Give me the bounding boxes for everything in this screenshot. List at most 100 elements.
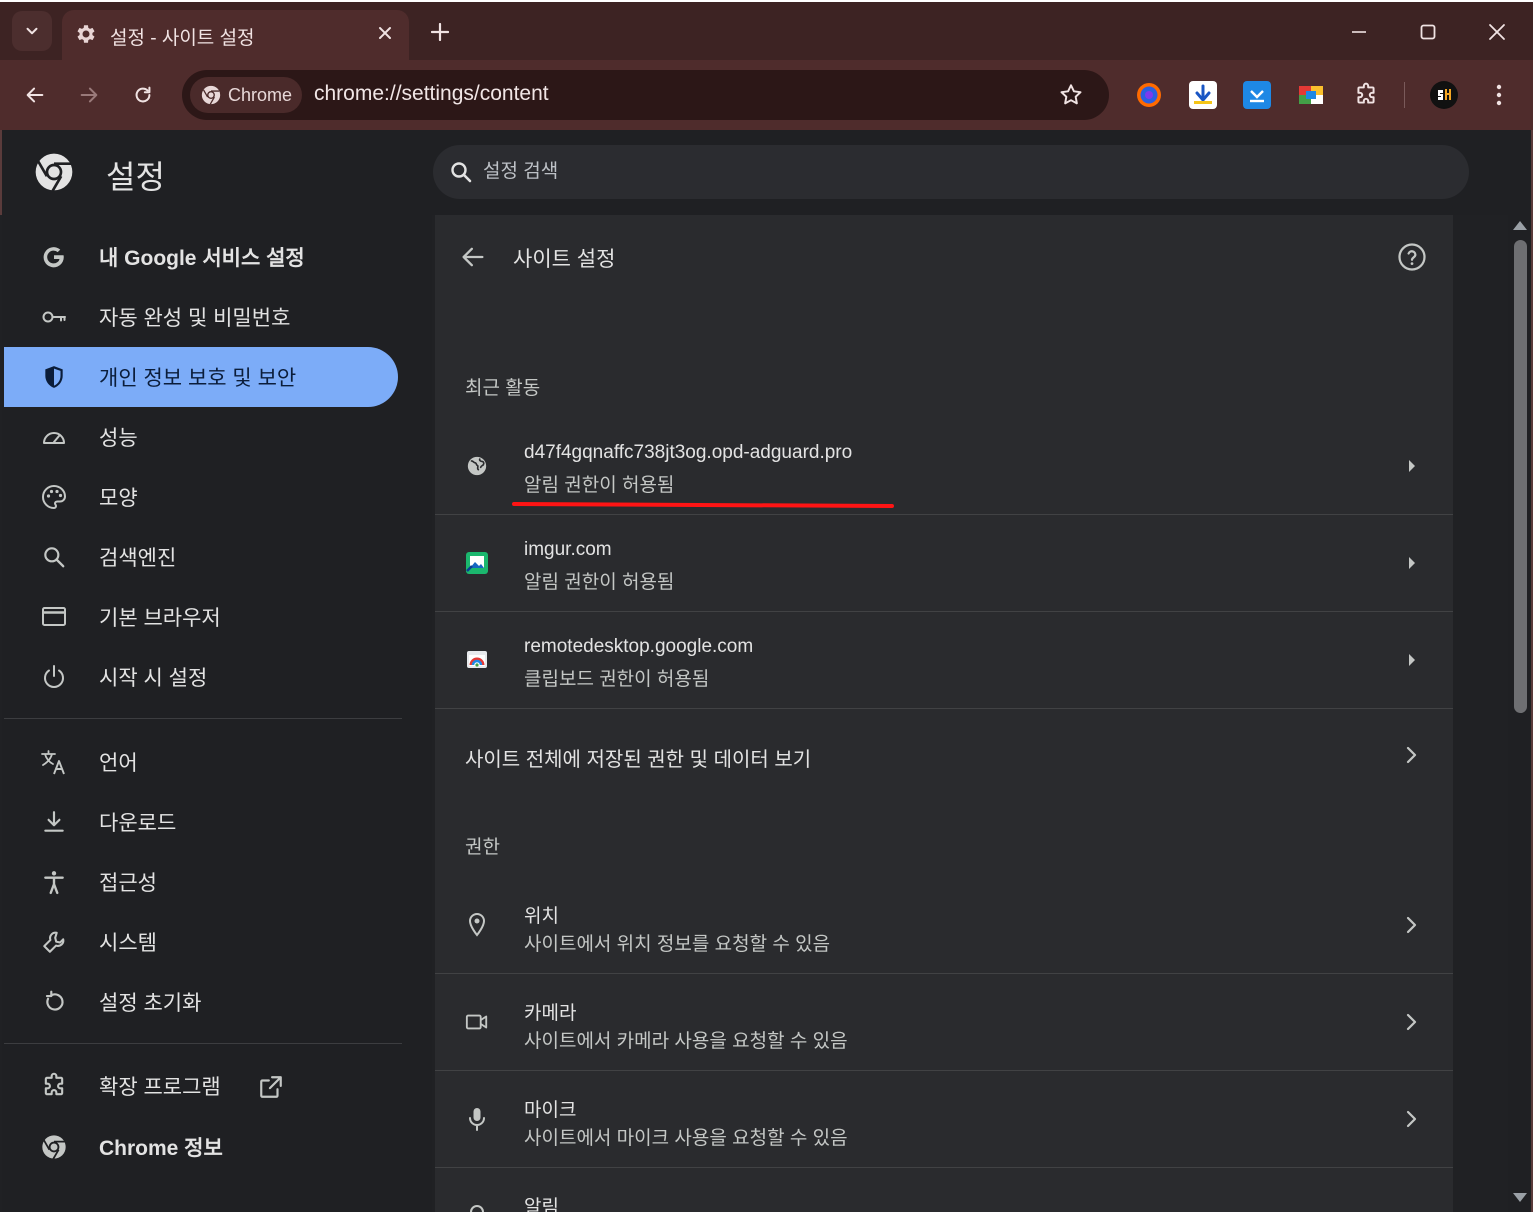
recent-site-row[interactable]: imgur.com 알림 권한이 허용됨: [435, 515, 1453, 612]
reset-icon: [39, 987, 69, 1017]
chrome-icon: [39, 1132, 69, 1162]
new-tab-button[interactable]: [424, 16, 456, 48]
back-arrow-icon[interactable]: [459, 243, 487, 271]
sidebar-item-default-browser[interactable]: 기본 브라우저: [4, 587, 398, 647]
sidebar-item-about-chrome[interactable]: Chrome 정보: [4, 1117, 398, 1177]
save-arrow-icon: [1250, 90, 1264, 103]
sidebar-item-autofill[interactable]: 자동 완성 및 비밀번호: [4, 287, 398, 347]
sidebar-item-appearance[interactable]: 모양: [4, 467, 398, 527]
recent-site-row[interactable]: d47f4gqnaffc738jt3og.opd-adguard.pro 알림 …: [435, 418, 1453, 515]
download-extension-icon[interactable]: [1189, 81, 1217, 109]
card-header: 사이트 설정: [435, 215, 1453, 299]
site-permission-status: 클립보드 권한이 허용됨: [524, 669, 710, 690]
close-icon: [1489, 24, 1505, 40]
forward-button[interactable]: [71, 77, 107, 113]
chevron-right-icon: [1403, 745, 1421, 765]
back-button[interactable]: [17, 77, 53, 113]
settings-search-input[interactable]: [483, 157, 1383, 187]
close-tab-button[interactable]: [372, 20, 398, 46]
permission-description: 사이트에서 마이크 사용을 요청할 수 있음: [524, 1128, 848, 1149]
close-icon: [379, 27, 391, 39]
page-title: 사이트 설정: [513, 248, 616, 271]
power-icon: [39, 662, 69, 692]
close-window-button[interactable]: [1477, 14, 1517, 50]
permissions-heading: 권한: [465, 837, 500, 858]
chrome-icon: [201, 85, 221, 105]
chevron-right-icon: [1403, 456, 1421, 476]
settings-sidebar: 내 Google 서비스 설정 자동 완성 및 비밀번호 개인 정보 보호 및 …: [2, 215, 432, 1212]
bookmark-star-icon[interactable]: [1058, 82, 1084, 108]
scroll-up-arrow[interactable]: [1513, 221, 1527, 230]
extensions-puzzle-button[interactable]: [1352, 81, 1380, 109]
site-settings-card: 사이트 설정 최근 활동 d47f4gqnaffc738jt3og.opd-ad…: [435, 215, 1453, 1212]
download-arrow-icon: [1194, 84, 1212, 104]
chrome-menu-button[interactable]: [1485, 81, 1513, 109]
site-info-chip[interactable]: Chrome: [190, 77, 302, 113]
speedometer-icon: [39, 422, 69, 452]
permission-row-microphone[interactable]: 마이크 사이트에서 마이크 사용을 요청할 수 있음: [435, 1071, 1453, 1168]
scroll-down-arrow[interactable]: [1513, 1193, 1527, 1202]
sidebar-item-label: 검색엔진: [99, 547, 177, 570]
bell-icon: [465, 1204, 489, 1212]
sidebar-item-label: 접근성: [99, 872, 157, 895]
puzzle-icon: [1357, 82, 1375, 104]
chip-label: Chrome: [228, 84, 293, 105]
sidebar-item-performance[interactable]: 성능: [4, 407, 398, 467]
color-extension-icon[interactable]: [1297, 81, 1325, 109]
palette-icon: [39, 482, 69, 512]
reload-icon: [135, 86, 151, 103]
sidebar-item-label: 성능: [99, 427, 138, 450]
sidebar-item-languages[interactable]: 언어: [4, 732, 398, 792]
title-bar: 설정 - 사이트 설정: [0, 0, 1533, 62]
maximize-icon: [1420, 24, 1436, 40]
camera-icon: [465, 1010, 489, 1034]
sidebar-item-system[interactable]: 시스템: [4, 912, 398, 972]
sidebar-item-google-services[interactable]: 내 Google 서비스 설정: [4, 227, 398, 287]
save-extension-icon[interactable]: [1243, 81, 1271, 109]
sidebar-divider: [4, 1043, 402, 1044]
sidebar-item-label: 내 Google 서비스 설정: [99, 247, 305, 270]
sidebar-item-downloads[interactable]: 다운로드: [4, 792, 398, 852]
sidebar-item-privacy[interactable]: 개인 정보 보호 및 보안: [4, 347, 398, 407]
minimize-button[interactable]: [1339, 14, 1379, 50]
gear-icon: [77, 25, 95, 43]
profile-avatar-icon[interactable]: [1430, 81, 1458, 109]
recent-site-row[interactable]: remotedesktop.google.com 클립보드 권한이 허용됨: [435, 612, 1453, 709]
all-sites-row[interactable]: 사이트 전체에 저장된 권한 및 데이터 보기: [435, 709, 1453, 805]
sidebar-item-on-startup[interactable]: 시작 시 설정: [4, 647, 398, 707]
remote-desktop-favicon: [465, 648, 489, 672]
toolbar-divider: [1404, 82, 1405, 108]
sidebar-item-search-engine[interactable]: 검색엔진: [4, 527, 398, 587]
address-bar[interactable]: Chrome chrome://settings/content: [182, 70, 1109, 120]
tab-search-button[interactable]: [12, 11, 52, 51]
help-icon[interactable]: [1397, 242, 1427, 272]
google-icon: [39, 242, 69, 272]
sidebar-item-accessibility[interactable]: 접근성: [4, 852, 398, 912]
sidebar-item-extensions[interactable]: 확장 프로그램: [4, 1056, 398, 1116]
chevron-right-icon: [1403, 553, 1421, 573]
avatar-logo-icon: [1431, 82, 1457, 108]
scrollbar-thumb[interactable]: [1514, 240, 1527, 713]
sidebar-item-label: 자동 완성 및 비밀번호: [99, 307, 291, 330]
page-scrollbar[interactable]: [1508, 215, 1533, 1212]
arrow-right-icon: [80, 87, 98, 103]
url-text[interactable]: chrome://settings/content: [314, 82, 549, 106]
search-icon: [451, 162, 472, 183]
permission-row-location[interactable]: 위치 사이트에서 위치 정보를 요청할 수 있음: [435, 877, 1453, 974]
permission-row-notifications[interactable]: 알림: [435, 1168, 1453, 1212]
sidebar-item-reset[interactable]: 설정 초기화: [4, 972, 398, 1032]
sidebar-item-label: 개인 정보 보호 및 보안: [99, 367, 297, 390]
accessibility-icon: [39, 867, 69, 897]
key-icon: [39, 302, 69, 332]
color-blocks-icon: [1299, 86, 1323, 104]
active-tab[interactable]: 설정 - 사이트 설정: [62, 10, 409, 62]
firefox-extension-icon[interactable]: [1135, 81, 1163, 109]
reload-button[interactable]: [125, 77, 161, 113]
tab-title: 설정 - 사이트 설정: [110, 28, 255, 49]
permission-row-camera[interactable]: 카메라 사이트에서 카메라 사용을 요청할 수 있음: [435, 974, 1453, 1071]
sidebar-item-label: 기본 브라우저: [99, 607, 221, 630]
settings-search[interactable]: [433, 145, 1469, 199]
maximize-button[interactable]: [1408, 14, 1448, 50]
browser-toolbar: Chrome chrome://settings/content: [0, 60, 1533, 130]
chevron-right-icon: [1403, 1012, 1421, 1032]
